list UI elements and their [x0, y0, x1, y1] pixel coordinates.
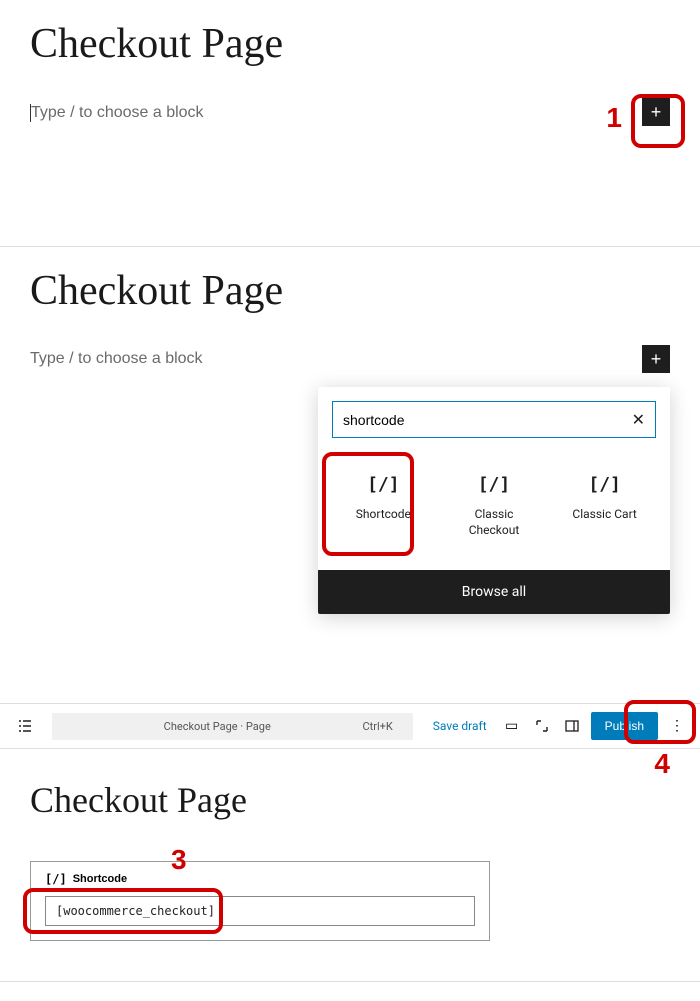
plus-icon: +	[651, 350, 662, 368]
step-3-panel: Checkout Page · Page Ctrl+K Save draft ▭…	[0, 704, 700, 982]
shortcode-label: Shortcode	[73, 873, 127, 885]
shortcode-block-header: [/] Shortcode	[45, 872, 475, 886]
block-option-label: Classic Cart	[559, 507, 651, 523]
shortcode-input[interactable]	[45, 896, 475, 926]
close-icon[interactable]: ✕	[632, 410, 645, 429]
search-wrap: ✕	[318, 387, 670, 452]
expand-icon	[535, 719, 549, 733]
save-draft-link[interactable]: Save draft	[427, 719, 493, 733]
block-options-grid: 2 [/] Shortcode [/] Classic Checkout [/]…	[318, 452, 670, 570]
publish-button[interactable]: Publish	[591, 712, 658, 740]
editor-toolbar: Checkout Page · Page Ctrl+K Save draft ▭…	[0, 704, 700, 749]
block-option-classic-cart[interactable]: [/] Classic Cart	[555, 462, 655, 550]
placeholder-text[interactable]: Type / to choose a block	[30, 350, 203, 368]
placeholder-text: Type / to choose a block	[31, 104, 204, 121]
callout-number-1: 1	[606, 102, 622, 134]
options-icon[interactable]: ⋮	[666, 715, 688, 737]
page-title: Checkout Page	[30, 779, 670, 821]
plus-icon: +	[651, 103, 662, 121]
shortcode-icon: [/]	[45, 872, 67, 886]
step-1-panel: Checkout Page Type / to choose a block +…	[0, 0, 700, 247]
view-icon[interactable]	[531, 715, 553, 737]
block-option-shortcode[interactable]: [/] Shortcode	[333, 462, 433, 550]
search-input-wrapper[interactable]: ✕	[332, 401, 656, 438]
shortcode-block[interactable]: [/] Shortcode 3	[30, 861, 490, 941]
block-search-input[interactable]	[343, 412, 632, 428]
page-title: Checkout Page	[30, 20, 670, 68]
list-view-icon[interactable]	[12, 713, 38, 739]
shortcode-icon: [/]	[559, 474, 651, 495]
editor-body: Checkout Page [/] Shortcode 3	[0, 749, 700, 981]
desktop-preview-icon[interactable]: ▭	[501, 715, 523, 737]
placeholder-text-wrap[interactable]: Type / to choose a block	[30, 102, 204, 122]
breadcrumb-bar[interactable]: Checkout Page · Page Ctrl+K	[52, 713, 413, 740]
sidebar-toggle-icon[interactable]	[561, 715, 583, 737]
block-option-label: Shortcode	[337, 507, 429, 523]
page-title: Checkout Page	[30, 267, 670, 315]
shortcode-icon: [/]	[337, 474, 429, 495]
block-option-label: Classic Checkout	[448, 507, 540, 538]
callout-number-4: 4	[654, 748, 670, 780]
block-placeholder-row: Type / to choose a block +	[30, 98, 670, 126]
list-icon-svg	[17, 718, 33, 734]
keyboard-shortcut: Ctrl+K	[362, 720, 392, 733]
block-option-classic-checkout[interactable]: [/] Classic Checkout	[444, 462, 544, 550]
browse-all-button[interactable]: Browse all	[318, 570, 670, 614]
add-block-button[interactable]: +	[642, 98, 670, 126]
block-placeholder-row: Type / to choose a block +	[30, 345, 670, 373]
breadcrumb-text: Checkout Page · Page	[72, 720, 362, 733]
block-inserter-popup: ✕ 2 [/] Shortcode [/] Classic Checkout […	[318, 387, 670, 614]
shortcode-icon: [/]	[448, 474, 540, 495]
add-block-button[interactable]: +	[642, 345, 670, 373]
panel-icon	[565, 719, 579, 733]
step-2-panel: Checkout Page Type / to choose a block +…	[0, 247, 700, 704]
callout-number-3: 3	[171, 844, 187, 876]
